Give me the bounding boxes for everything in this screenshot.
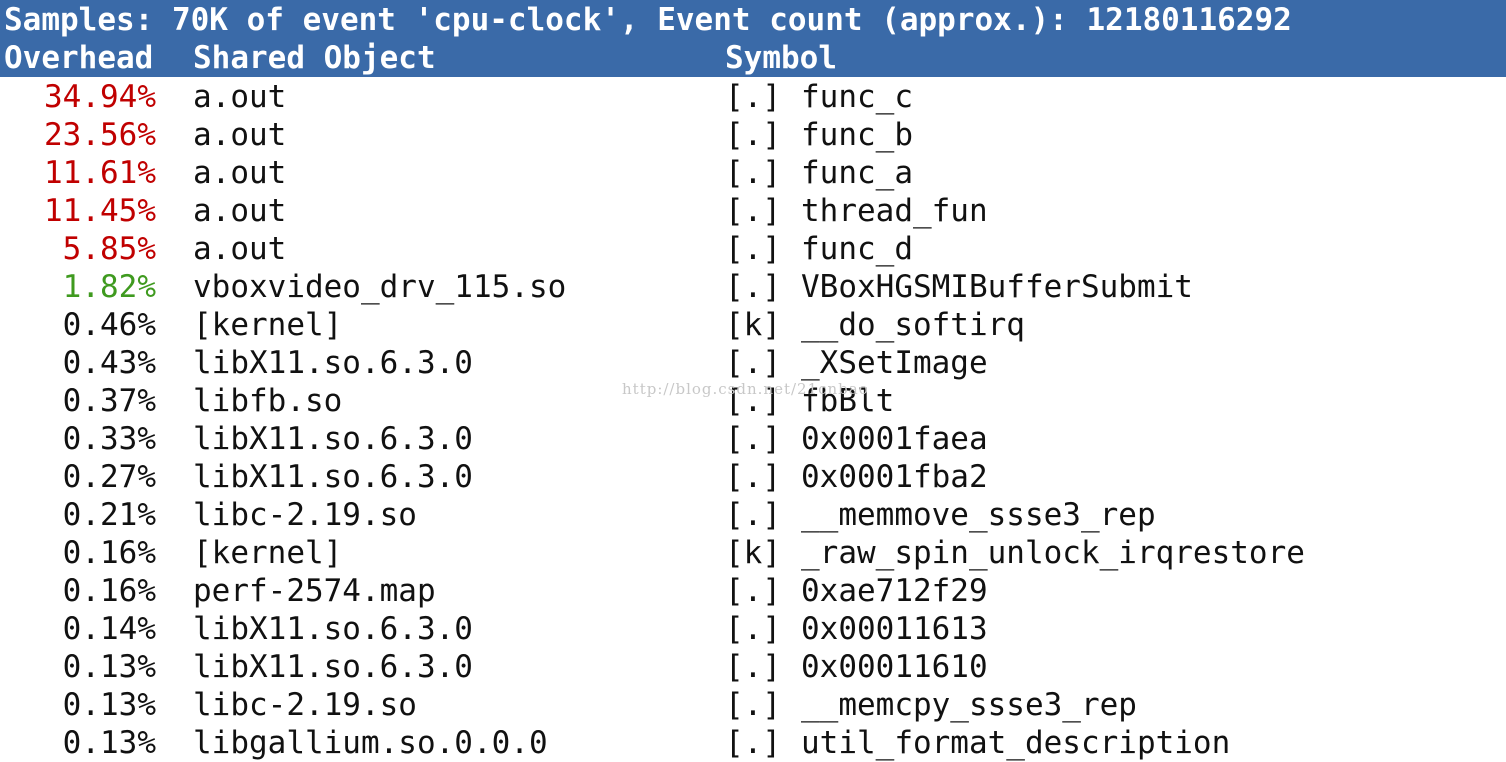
overhead-value: 0.13% — [62, 687, 156, 723]
shared-object-name: [kernel] — [193, 307, 343, 343]
shared-object-name: a.out — [193, 79, 287, 115]
shared-object-name: libX11.so.6.3.0 — [193, 459, 473, 495]
overhead-value: 0.43% — [62, 345, 156, 381]
symbol-name: 0xae712f29 — [801, 573, 988, 609]
shared-object-name: libX11.so.6.3.0 — [193, 611, 473, 647]
shared-object-name: libgallium.so.0.0.0 — [193, 725, 548, 761]
table-row[interactable]: 0.13% libgallium.so.0.0.0 [.] util_format_d… — [0, 724, 1506, 762]
symbol-name: 0x0001fba2 — [801, 459, 988, 495]
overhead-value: 23.56% — [44, 117, 156, 153]
symbol-level: [.] — [725, 269, 781, 305]
samples-summary: Samples: 70K of event 'cpu-clock', Event… — [4, 2, 1292, 38]
overhead-value: 0.13% — [62, 725, 156, 761]
column-header-symbol[interactable]: Symbol — [725, 38, 837, 76]
table-row[interactable]: 0.13% libX11.so.6.3.0 [.] 0x00011610 — [0, 648, 1506, 686]
overhead-value: 0.14% — [62, 611, 156, 647]
shared-object-name: [kernel] — [193, 535, 343, 571]
table-row[interactable]: 34.94% a.out [.] func_c — [0, 78, 1506, 116]
symbol-name: 0x0001faea — [801, 421, 988, 457]
watermark: http://blog.csdn.net/21cnbao — [622, 380, 869, 398]
symbol-level: [.] — [725, 345, 781, 381]
symbol-level: [.] — [725, 573, 781, 609]
shared-object-name: libc-2.19.so — [193, 497, 417, 533]
symbol-name: 0x00011610 — [801, 649, 988, 685]
symbol-name: __memmove_ssse3_rep — [801, 497, 1156, 533]
column-header-shared-object[interactable]: Shared Object — [193, 38, 436, 76]
symbol-level: [.] — [725, 193, 781, 229]
overhead-value: 0.33% — [62, 421, 156, 457]
symbol-name: util_format_description — [801, 725, 1231, 761]
overhead-value: 11.45% — [44, 193, 156, 229]
symbol-name: func_a — [801, 155, 913, 191]
table-row[interactable]: 0.16% perf-2574.map [.] 0xae712f29 — [0, 572, 1506, 610]
shared-object-name: a.out — [193, 231, 287, 267]
overhead-value: 34.94% — [44, 79, 156, 115]
shared-object-name: libX11.so.6.3.0 — [193, 345, 473, 381]
table-row[interactable]: 0.16% [kernel] [k] _raw_spin_unlock_irqrest… — [0, 534, 1506, 572]
overhead-value: 0.16% — [62, 535, 156, 571]
symbol-name: func_b — [801, 117, 913, 153]
shared-object-name: a.out — [193, 155, 287, 191]
symbol-level: [k] — [725, 307, 781, 343]
symbol-level: [.] — [725, 155, 781, 191]
symbol-name: VBoxHGSMIBufferSubmit — [801, 269, 1193, 305]
sample-table: 34.94% a.out [.] func_c 23.56% a.out [.] func_b… — [0, 78, 1506, 762]
table-row[interactable]: 11.45% a.out [.] thread_fun — [0, 192, 1506, 230]
table-row[interactable]: 5.85% a.out [.] func_d — [0, 230, 1506, 268]
symbol-level: [.] — [725, 497, 781, 533]
shared-object-name: libc-2.19.so — [193, 687, 417, 723]
table-row[interactable]: 0.33% libX11.so.6.3.0 [.] 0x0001faea — [0, 420, 1506, 458]
shared-object-name: perf-2574.map — [193, 573, 436, 609]
symbol-level: [.] — [725, 649, 781, 685]
table-row[interactable]: 0.14% libX11.so.6.3.0 [.] 0x00011613 — [0, 610, 1506, 648]
symbol-name: __do_softirq — [801, 307, 1025, 343]
symbol-level: [.] — [725, 231, 781, 267]
shared-object-name: libX11.so.6.3.0 — [193, 421, 473, 457]
symbol-level: [.] — [725, 117, 781, 153]
header-bar: Samples: 70K of event 'cpu-clock', Event… — [0, 0, 1506, 77]
symbol-name: _raw_spin_unlock_irqrestore — [801, 535, 1305, 571]
overhead-value: 1.82% — [62, 269, 156, 305]
symbol-name: thread_fun — [801, 193, 988, 229]
symbol-level: [k] — [725, 535, 781, 571]
symbol-level: [.] — [725, 725, 781, 761]
overhead-value: 0.16% — [62, 573, 156, 609]
overhead-value: 0.21% — [62, 497, 156, 533]
symbol-name: func_d — [801, 231, 913, 267]
overhead-value: 0.27% — [62, 459, 156, 495]
table-row[interactable]: 0.27% libX11.so.6.3.0 [.] 0x0001fba2 — [0, 458, 1506, 496]
symbol-level: [.] — [725, 611, 781, 647]
symbol-level: [.] — [725, 421, 781, 457]
symbol-level: [.] — [725, 79, 781, 115]
table-row[interactable]: 0.46% [kernel] [k] __do_softirq — [0, 306, 1506, 344]
table-row[interactable]: 0.43% libX11.so.6.3.0 [.] _XSetImage — [0, 344, 1506, 382]
overhead-value: 5.85% — [62, 231, 156, 267]
shared-object-name: libfb.so — [193, 383, 343, 419]
shared-object-name: vboxvideo_drv_115.so — [193, 269, 567, 305]
symbol-name: __memcpy_ssse3_rep — [801, 687, 1137, 723]
table-row[interactable]: 11.61% a.out [.] func_a — [0, 154, 1506, 192]
symbol-level: [.] — [725, 687, 781, 723]
perf-report-terminal: Samples: 70K of event 'cpu-clock', Event… — [0, 0, 1506, 761]
table-row[interactable]: 1.82% vboxvideo_drv_115.so [.] VBoxHGSMIBuf… — [0, 268, 1506, 306]
shared-object-name: a.out — [193, 117, 287, 153]
table-row[interactable]: 23.56% a.out [.] func_b — [0, 116, 1506, 154]
symbol-name: 0x00011613 — [801, 611, 988, 647]
overhead-value: 11.61% — [44, 155, 156, 191]
symbol-name: _XSetImage — [801, 345, 988, 381]
table-row[interactable]: 0.13% libc-2.19.so [.] __memcpy_ssse3_rep — [0, 686, 1506, 724]
table-row[interactable]: 0.21% libc-2.19.so [.] __memmove_ssse3_rep — [0, 496, 1506, 534]
shared-object-name: a.out — [193, 193, 287, 229]
shared-object-name: libX11.so.6.3.0 — [193, 649, 473, 685]
overhead-value: 0.37% — [62, 383, 156, 419]
overhead-value: 0.46% — [62, 307, 156, 343]
symbol-level: [.] — [725, 459, 781, 495]
column-header-overhead[interactable]: Overhead — [4, 38, 153, 76]
symbol-name: func_c — [801, 79, 913, 115]
overhead-value: 0.13% — [62, 649, 156, 685]
